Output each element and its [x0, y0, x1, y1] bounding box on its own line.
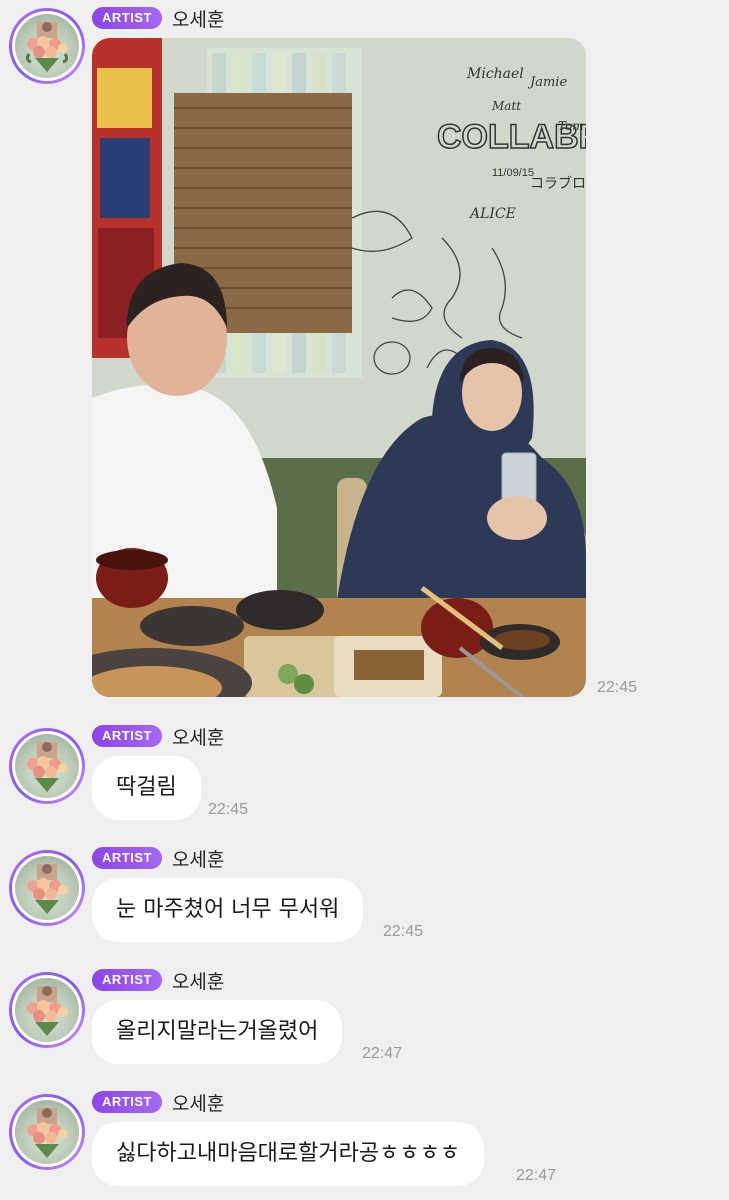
message-item: ARTIST 오세훈 딱걸림 22:45 — [0, 720, 729, 830]
flower-bouquet-icon — [15, 1100, 79, 1164]
shared-photo[interactable]: COLLABRO 11/09/15 コラブロ Michael Jamie Mat… — [92, 38, 586, 697]
avatar[interactable] — [9, 728, 85, 804]
flower-bouquet-icon — [15, 14, 79, 78]
message-bubble[interactable]: 올리지말라는거올렸어 — [92, 1000, 343, 1064]
message-bubble[interactable]: 눈 마주쳤어 너무 무서워 — [92, 878, 364, 942]
artist-badge: ARTIST — [92, 7, 162, 29]
wall-signature-name: Michael — [466, 66, 524, 82]
wall-signature-jp: コラブロ — [530, 175, 586, 192]
sender-name[interactable]: 오세훈 — [172, 5, 224, 32]
message-item: ARTIST 오세훈 싫다하고내마음대로할거라공ㅎㅎㅎㅎ 22:47 — [0, 1086, 729, 1200]
wall-signature-date: 11/09/15 — [492, 167, 534, 179]
flower-bouquet-icon — [15, 734, 79, 798]
artist-badge: ARTIST — [92, 725, 162, 747]
avatar[interactable] — [9, 8, 85, 84]
message-bubble[interactable]: 딱걸림 — [92, 756, 201, 820]
message-time: 22:47 — [516, 1167, 557, 1184]
message-item: ARTIST 오세훈 눈 마주쳤어 너무 무서워 22:45 — [0, 842, 729, 952]
wall-signature-name: Matt — [491, 99, 521, 113]
message-time: 22:45 — [208, 801, 249, 818]
avatar[interactable] — [9, 850, 85, 926]
artist-badge: ARTIST — [92, 847, 162, 869]
artist-badge: ARTIST — [92, 1091, 162, 1113]
artist-badge: ARTIST — [92, 969, 162, 991]
sender-name[interactable]: 오세훈 — [172, 845, 224, 872]
sender-name[interactable]: 오세훈 — [172, 723, 224, 750]
wall-signature-name: Jamie — [527, 75, 567, 90]
sender-name[interactable]: 오세훈 — [172, 1089, 224, 1116]
wall-signature-name: Tom — [558, 119, 584, 133]
message-item: ARTIST 오세훈 COLLAB 11/09/15 コラブロ Michael … — [0, 0, 729, 710]
message-time: 22:45 — [597, 679, 638, 696]
message-time: 22:45 — [383, 923, 424, 940]
wall-signature-alice: ALICE — [468, 206, 516, 222]
message-item: ARTIST 오세훈 올리지말라는거올렸어 22:47 — [0, 964, 729, 1074]
message-time: 22:47 — [362, 1045, 403, 1062]
photo-icon: COLLABRO 11/09/15 コラブロ Michael Jamie Mat… — [92, 38, 586, 697]
avatar[interactable] — [9, 972, 85, 1048]
sender-name[interactable]: 오세훈 — [172, 967, 224, 994]
message-bubble[interactable]: 싫다하고내마음대로할거라공ㅎㅎㅎㅎ — [92, 1122, 485, 1186]
avatar[interactable] — [9, 1094, 85, 1170]
flower-bouquet-icon — [15, 856, 79, 920]
flower-bouquet-icon — [15, 978, 79, 1042]
